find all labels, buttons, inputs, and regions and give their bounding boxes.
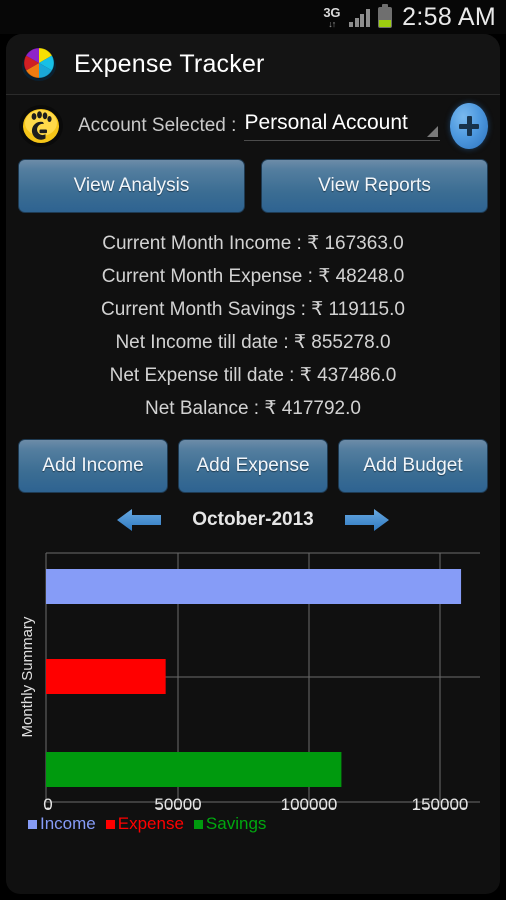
chart-x-axis: 0 50000 100000 150000 bbox=[43, 795, 469, 814]
account-spinner[interactable]: Personal Account bbox=[244, 111, 440, 141]
legend-swatch-expense bbox=[105, 819, 115, 829]
bar-income bbox=[46, 569, 462, 604]
view-reports-button[interactable]: View Reports bbox=[261, 159, 488, 213]
app-window: Expense Tracker Account Selected : Perso bbox=[6, 34, 500, 894]
battery-icon bbox=[378, 3, 393, 28]
pie-chart-logo-icon bbox=[18, 43, 60, 85]
bar-savings bbox=[46, 752, 342, 787]
add-buttons-row: Add Income Add Expense Add Budget bbox=[6, 439, 500, 493]
spinner-caret-icon bbox=[427, 126, 438, 137]
view-buttons-row: View Analysis View Reports bbox=[6, 159, 500, 213]
account-avatar-icon[interactable] bbox=[18, 103, 64, 149]
app-title: Expense Tracker bbox=[74, 49, 265, 78]
signal-bars-icon bbox=[349, 8, 371, 27]
bar-expense bbox=[46, 659, 166, 694]
svg-text:0: 0 bbox=[43, 795, 52, 814]
summary-block: Current Month Income : ₹ 167363.0 Curren… bbox=[6, 213, 500, 431]
svg-text:150000: 150000 bbox=[412, 795, 469, 814]
summary-line: Current Month Savings : ₹ 119115.0 bbox=[101, 299, 405, 320]
summary-line: Current Month Expense : ₹ 48248.0 bbox=[101, 266, 405, 287]
status-bar: 3G ↓↑ 2:58 AM bbox=[0, 0, 506, 34]
summary-line: Current Month Income : ₹ 167363.0 bbox=[102, 233, 404, 254]
app-titlebar: Expense Tracker bbox=[6, 34, 500, 95]
network-transfer-arrows: ↓↑ bbox=[328, 18, 336, 29]
summary-line: Net Balance : ₹ 417792.0 bbox=[145, 398, 361, 419]
add-income-button[interactable]: Add Income bbox=[18, 439, 168, 493]
monthly-summary-chart: Monthly Summary 0 50000 100000 150000 0 … bbox=[10, 547, 496, 814]
legend-swatch-savings bbox=[193, 819, 203, 829]
add-budget-button[interactable]: Add Budget bbox=[338, 439, 488, 493]
account-selector-row: Account Selected : Personal Account bbox=[6, 95, 500, 157]
current-month-label: October-2013 bbox=[192, 509, 314, 530]
network-3g-icon: 3G ↓↑ bbox=[323, 6, 340, 29]
legend-swatch-income bbox=[28, 819, 37, 829]
add-expense-button[interactable]: Add Expense bbox=[178, 439, 328, 493]
summary-line: Net Expense till date : ₹ 437486.0 bbox=[109, 365, 397, 386]
svg-text:100000: 100000 bbox=[281, 795, 338, 814]
chart-y-axis-label: Monthly Summary bbox=[19, 616, 36, 737]
network-label: 3G bbox=[323, 4, 341, 20]
account-selected-label: Account Selected : bbox=[78, 115, 237, 136]
status-time: 2:58 AM bbox=[402, 2, 496, 31]
chart-canvas: Monthly Summary 0 50000 100000 150000 bbox=[19, 552, 480, 809]
account-spinner-value: Personal Account bbox=[244, 111, 408, 134]
add-account-button[interactable] bbox=[450, 103, 488, 149]
arrow-left-icon[interactable] bbox=[115, 507, 163, 533]
summary-line: Net Income till date : ₹ 855278.0 bbox=[115, 332, 391, 353]
svg-text:50000: 50000 bbox=[154, 795, 201, 814]
view-analysis-button[interactable]: View Analysis bbox=[18, 159, 245, 213]
arrow-right-icon[interactable] bbox=[343, 507, 391, 533]
month-navigator: October-2013 bbox=[6, 493, 500, 547]
